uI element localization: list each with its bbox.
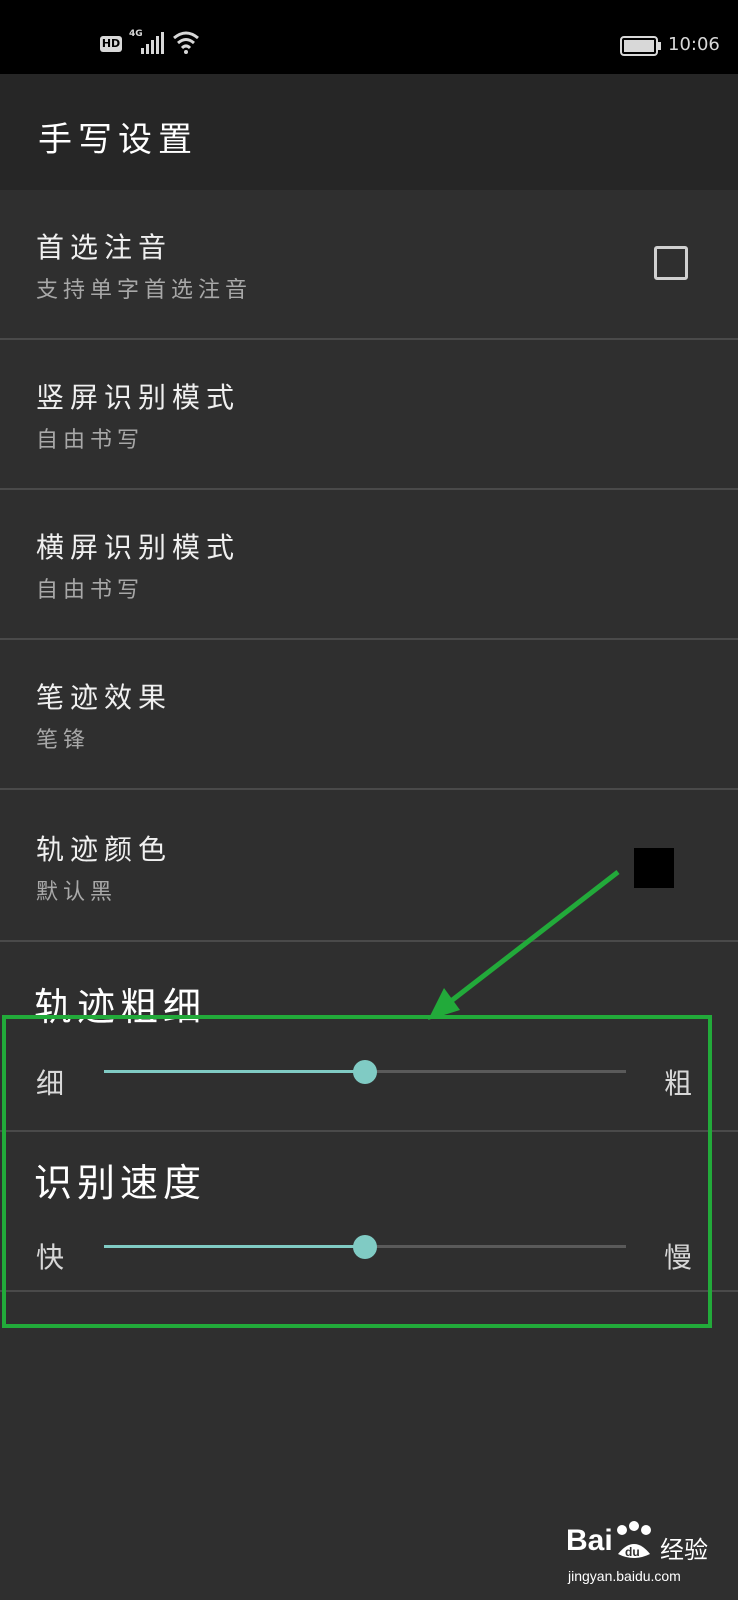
recognition-speed-slider[interactable]: [104, 1235, 626, 1259]
pref-summary: 笔锋: [36, 728, 91, 753]
status-bar: HD 4G 10:06: [0, 0, 738, 74]
pref-title: 横屏识别模式: [36, 531, 241, 564]
recognition-speed-min-label: 快: [36, 1241, 65, 1274]
pref-landscape-mode[interactable]: 横屏识别模式 自由书写: [0, 490, 738, 640]
trace-color-swatch[interactable]: [634, 848, 674, 888]
slider-thumb[interactable]: [353, 1235, 377, 1259]
pinyin-first-checkbox[interactable]: [654, 246, 688, 280]
pref-summary: 支持单字首选注音: [36, 278, 253, 303]
stroke-width-max-label: 粗: [664, 1067, 693, 1100]
slider-thumb[interactable]: [353, 1060, 377, 1084]
app-bar: 手写设置: [0, 74, 738, 190]
watermark-cn: 经验: [660, 1536, 708, 1564]
pref-stroke-effect[interactable]: 笔迹效果 笔锋: [0, 640, 738, 790]
divider: [0, 1130, 738, 1132]
watermark-brand-suffix: du: [625, 1545, 640, 1559]
slider-fill: [104, 1245, 365, 1248]
watermark-brand: Bai: [566, 1524, 613, 1557]
slider-fill: [104, 1070, 365, 1073]
pref-portrait-mode[interactable]: 竖屏识别模式 自由书写: [0, 340, 738, 490]
divider: [0, 1290, 738, 1292]
watermark-url: jingyan.baidu.com: [568, 1568, 681, 1584]
baidu-watermark: Bai du 经验 jingyan.baidu.com: [560, 1518, 730, 1592]
pref-summary: 自由书写: [36, 578, 145, 603]
pref-summary: 自由书写: [36, 428, 145, 453]
baidu-paw-icon: du: [617, 1521, 651, 1559]
signal-icon: [141, 32, 164, 54]
wifi-icon: [173, 31, 199, 54]
recognition-speed-max-label: 慢: [664, 1241, 693, 1274]
stroke-width-slider[interactable]: [104, 1060, 626, 1084]
hd-badge: HD: [100, 36, 122, 52]
pref-title: 笔迹效果: [36, 681, 173, 714]
pref-title: 首选注音: [36, 231, 173, 264]
stroke-width-title: 轨迹粗细: [34, 985, 207, 1029]
pref-trace-color[interactable]: 轨迹颜色 默认黑: [0, 792, 738, 942]
annotation-arrow-icon: [428, 870, 620, 1020]
pref-summary: 默认黑: [36, 880, 118, 905]
recognition-speed-title: 识别速度: [34, 1161, 207, 1205]
page-title: 手写设置: [38, 120, 198, 160]
battery-icon: [620, 36, 661, 56]
pref-title: 轨迹颜色: [36, 833, 173, 866]
stroke-width-min-label: 细: [36, 1067, 65, 1100]
clock: 10:06: [668, 34, 720, 55]
pref-pinyin-first[interactable]: 首选注音 支持单字首选注音: [0, 190, 738, 340]
pref-title: 竖屏识别模式: [36, 381, 241, 414]
